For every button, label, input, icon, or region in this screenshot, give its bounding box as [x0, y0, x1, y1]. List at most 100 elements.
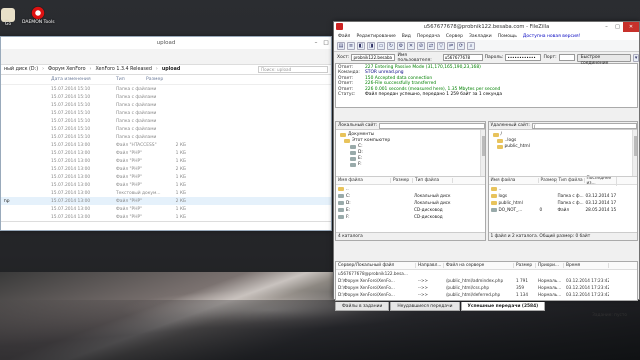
compare-icon[interactable]: ⇌: [447, 41, 455, 50]
site-manager-icon[interactable]: ▤: [337, 41, 345, 50]
list-item[interactable]: public_html Папка с ф...03.12.2014 17:1..…: [489, 199, 638, 206]
breadcrumb-forum[interactable]: Форум XenForo: [48, 67, 85, 72]
list-item[interactable]: F: CD-дисковод: [336, 213, 485, 220]
menu-item[interactable]: Сервер: [446, 34, 463, 39]
password-input[interactable]: [505, 54, 542, 61]
process-queue-icon[interactable]: ⚙: [397, 41, 405, 50]
search-input[interactable]: Поиск: upload: [258, 66, 328, 73]
transfer-queue[interactable]: Сервер/Локальный файл Направл... Файл на…: [335, 261, 638, 301]
column-size[interactable]: Размер: [539, 178, 557, 183]
local-tree[interactable]: Документы Этот компьютер C: D: E: F:: [336, 130, 485, 177]
local-site-input[interactable]: [379, 122, 485, 129]
table-row[interactable]: 15.07.2014 15:10 Папка с файлами: [1, 117, 331, 125]
breadcrumb-upload[interactable]: upload: [162, 67, 180, 72]
tree-item[interactable]: public_html: [493, 144, 634, 150]
menu-item[interactable]: Вид: [402, 34, 411, 39]
table-row[interactable]: 15.07.2014 13:00 Файл "PHP" 1 КБ: [1, 173, 331, 181]
column-size[interactable]: Размер: [391, 178, 413, 183]
list-item[interactable]: ..: [336, 185, 485, 192]
table-row[interactable]: 15.07.2014 13:00 Файл "PHP" 2 КБ: [1, 165, 331, 173]
tab-queued-files[interactable]: Файлы в задании: [335, 302, 390, 311]
explorer-window[interactable]: upload – □ ный диск (D:) › Форум XenForo…: [0, 36, 332, 231]
table-row[interactable]: 15.07.2014 13:00 Файл "PHP" 1 КБ: [1, 149, 331, 157]
host-input[interactable]: [351, 54, 396, 61]
table-row[interactable]: 15.07.2014 15:10 Папка с файлами: [1, 109, 331, 117]
disconnect-icon[interactable]: ⊘: [417, 41, 425, 50]
table-row[interactable]: 15.07.2014 13:00 Файл "PHP" 1 КБ: [1, 213, 331, 221]
list-item[interactable]: DO_NOT_... 0 Файл 28.05.2014 15:4...: [489, 206, 638, 213]
column-direction[interactable]: Направл...: [416, 263, 444, 268]
column-local-file[interactable]: Сервер/Локальный файл: [336, 263, 416, 268]
column-type[interactable]: Тип: [116, 77, 146, 82]
list-item[interactable]: C: Локальный диск: [336, 192, 485, 199]
queue-row[interactable]: D:\Форум XenForo\XenFo... -->> /public_htm…: [336, 284, 637, 291]
list-item[interactable]: ..: [489, 185, 638, 192]
username-input[interactable]: [442, 54, 483, 61]
menu-item[interactable]: Доступна новая версия!: [523, 34, 581, 39]
table-row[interactable]: 15.07.2014 13:00 Текстовый докум... 1 КБ: [1, 189, 331, 197]
toggle-local-tree-icon[interactable]: ◧: [357, 41, 365, 50]
table-row[interactable]: 15.07.2014 13:00 Файл "PHP" 1 КБ: [1, 205, 331, 213]
tab-successful-transfers[interactable]: Успешные передачи (2584): [460, 302, 546, 311]
toggle-queue-icon[interactable]: ▭: [377, 41, 385, 50]
toggle-log-icon[interactable]: ≡: [347, 41, 355, 50]
tree-item[interactable]: F:: [340, 162, 481, 168]
column-date[interactable]: Дата изменения: [51, 77, 116, 82]
port-input[interactable]: [558, 54, 575, 61]
column-modified[interactable]: Последнее из...: [585, 175, 617, 186]
table-row[interactable]: 15.07.2014 15:10 Папка с файлами: [1, 125, 331, 133]
column-remote-file[interactable]: Файл на сервере: [444, 263, 514, 268]
column-size[interactable]: Размер: [514, 263, 536, 268]
table-row[interactable]: 15.07.2014 15:10 Папка с файлами: [1, 101, 331, 109]
table-row[interactable]: 15.07.2014 13:00 Файл "HTACCESS" 2 КБ: [1, 141, 331, 149]
desktop-icon-daemon-tools[interactable]: DAEMON Tools: [22, 6, 55, 25]
list-item[interactable]: D: Локальный диск: [336, 199, 485, 206]
minimize-icon[interactable]: –: [601, 22, 612, 32]
queue-row[interactable]: D:\Форум XenForo\XenFo... -->> /public_htm…: [336, 291, 637, 298]
local-tree-scrollbar[interactable]: [479, 130, 485, 176]
tab-failed-transfers[interactable]: Неудавшиеся передачи: [390, 302, 460, 311]
menu-item[interactable]: Помощь: [498, 34, 517, 39]
remote-tree-scrollbar[interactable]: [632, 130, 637, 176]
breadcrumb-release[interactable]: XenForo 1.3.4 Released: [95, 67, 151, 72]
column-time[interactable]: Время: [564, 263, 609, 268]
explorer-address-bar[interactable]: ный диск (D:) › Форум XenForo › XenForo …: [1, 65, 331, 75]
column-filename[interactable]: Имя файла: [336, 178, 391, 183]
sync-browse-icon[interactable]: ⟳: [457, 41, 465, 50]
table-row[interactable]: 15.07.2014 13:00 Файл "PHP" 1 КБ: [1, 181, 331, 189]
remote-site-input[interactable]: /: [531, 122, 637, 129]
search-icon[interactable]: ⌕: [467, 41, 475, 50]
queue-row[interactable]: D:\Форум XenForo\XenFo... -->> /public_htm…: [336, 277, 637, 284]
filter-icon[interactable]: ▽: [437, 41, 445, 50]
desktop-icon-go[interactable]: Go: [1, 8, 15, 27]
reconnect-icon[interactable]: ⇄: [427, 41, 435, 50]
message-log[interactable]: Ответ: 227 Entering Passive Mode (31,170,…: [335, 63, 638, 108]
table-row[interactable]: hp 15.07.2014 13:00 Файл "PHP" 2 КБ: [1, 197, 331, 205]
column-size[interactable]: Размер: [146, 77, 176, 82]
minimize-icon[interactable]: –: [311, 37, 321, 49]
close-icon[interactable]: ✕: [623, 22, 639, 32]
table-row[interactable]: 15.07.2014 15:10 Папка с файлами: [1, 85, 331, 93]
quickconnect-button[interactable]: Быстрое соединение: [576, 53, 632, 66]
menu-item[interactable]: Передача: [417, 34, 440, 39]
table-row[interactable]: 15.07.2014 15:10 Папка с файлами: [1, 93, 331, 101]
menu-item[interactable]: Закладки: [469, 34, 492, 39]
list-item[interactable]: logs Папка с ф...03.12.2014 17:1...: [489, 192, 638, 199]
remote-tree[interactable]: / ..logs public_html: [488, 130, 637, 177]
toggle-remote-tree-icon[interactable]: ◨: [367, 41, 375, 50]
column-filetype[interactable]: Тип файла: [557, 178, 585, 183]
queue-row[interactable]: u567677678@probnik122.besa...: [336, 270, 637, 277]
table-row[interactable]: 15.07.2014 15:10 Папка с файлами: [1, 133, 331, 141]
menu-item[interactable]: Редактирование: [356, 34, 395, 39]
cancel-icon[interactable]: ✕: [407, 41, 415, 50]
breadcrumb-drive[interactable]: ный диск (D:): [4, 67, 38, 72]
menu-item[interactable]: Файл: [338, 34, 350, 39]
column-filetype[interactable]: Тип файла: [413, 178, 453, 183]
chevron-down-icon[interactable]: ▾: [633, 53, 640, 62]
maximize-icon[interactable]: □: [321, 37, 331, 49]
list-item[interactable]: E: CD-дисковод: [336, 206, 485, 213]
column-priority[interactable]: Приори...: [536, 263, 564, 268]
filezilla-window[interactable]: u567677678@probnik122.besaba.com - FileZ…: [333, 21, 640, 318]
refresh-icon[interactable]: ↻: [387, 41, 395, 50]
column-filename[interactable]: Имя файла: [489, 178, 539, 183]
